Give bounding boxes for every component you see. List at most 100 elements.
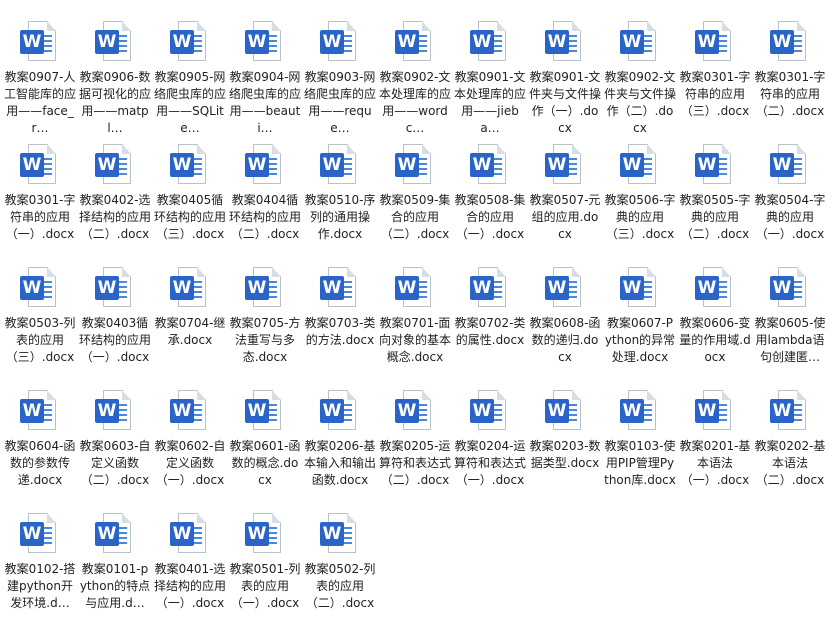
file-item[interactable]: W 教案0902-文件夹与文件操作（二）.docx — [604, 17, 676, 135]
file-name-label: 教案0202-基本语法（二）.docx — [754, 439, 826, 487]
word-doc-icon: W — [545, 144, 585, 188]
file-item[interactable]: W 教案0901-文本处理库的应用——jieba… — [454, 17, 526, 135]
file-item[interactable]: W 教案0703-类的方法.docx — [304, 263, 376, 381]
word-doc-icon: W — [20, 21, 60, 65]
file-item[interactable]: W 教案0403循环结构的应用（一）.docx — [79, 263, 151, 381]
word-w-badge: W — [245, 399, 269, 423]
word-w-badge: W — [395, 399, 419, 423]
file-item[interactable]: W 教案0902-文本处理库的应用——wordc… — [379, 17, 451, 135]
file-item[interactable]: W 教案0502-列表的应用（二）.docx — [304, 509, 376, 627]
file-item[interactable]: W 教案0604-函数的参数传递.docx — [4, 386, 76, 504]
file-item[interactable]: W 教案0405循环结构的应用（三）.docx — [154, 140, 226, 258]
word-w-badge: W — [20, 30, 44, 54]
file-item[interactable]: W 教案0702-类的属性.docx — [454, 263, 526, 381]
file-item[interactable]: W 教案0606-变量的作用域.docx — [679, 263, 751, 381]
file-item[interactable]: W 教案0503-列表的应用（三）.docx — [4, 263, 76, 381]
word-doc-icon: W — [695, 144, 735, 188]
file-item[interactable]: W 教案0205-运算符和表达式（二）.docx — [379, 386, 451, 504]
word-w-badge: W — [170, 153, 194, 177]
word-doc-icon: W — [695, 267, 735, 311]
word-doc-icon: W — [770, 144, 810, 188]
word-doc-icon: W — [95, 267, 135, 311]
file-item[interactable]: W 教案0701-面向对象的基本概念.docx — [379, 263, 451, 381]
word-w-badge: W — [620, 399, 644, 423]
file-item[interactable]: W 教案0504-字典的应用（一）.docx — [754, 140, 826, 258]
word-w-badge: W — [20, 153, 44, 177]
file-item[interactable]: W 教案0607-Python的异常处理.docx — [604, 263, 676, 381]
file-name-label: 教案0101-python的特点与应用.d… — [79, 562, 151, 610]
file-item[interactable]: W 教案0507-元组的应用.docx — [529, 140, 601, 258]
file-name-label: 教案0503-列表的应用（三）.docx — [4, 316, 76, 364]
word-doc-icon: W — [770, 267, 810, 311]
word-w-badge: W — [545, 30, 569, 54]
word-doc-icon: W — [245, 390, 285, 434]
word-doc-icon: W — [95, 513, 135, 557]
file-item[interactable]: W 教案0401-选择结构的应用（一）.docx — [154, 509, 226, 627]
file-item[interactable]: W 教案0102-搭建python开发环境.d… — [4, 509, 76, 627]
word-w-badge: W — [395, 153, 419, 177]
file-item[interactable]: W 教案0904-网络爬虫库的应用——beauti… — [229, 17, 301, 135]
file-item[interactable]: W 教案0601-函数的概念.docx — [229, 386, 301, 504]
file-item[interactable]: W 教案0605-使用lambda语句创建匿… — [754, 263, 826, 381]
file-item[interactable]: W 教案0301-字符串的应用（一）.docx — [4, 140, 76, 258]
word-w-badge: W — [770, 276, 794, 300]
file-name-label: 教案0605-使用lambda语句创建匿… — [754, 316, 826, 364]
word-doc-icon: W — [320, 390, 360, 434]
word-doc-icon: W — [395, 21, 435, 65]
file-item[interactable]: W 教案0901-文件夹与文件操作（一）.docx — [529, 17, 601, 135]
file-name-label: 教案0704-继承.docx — [154, 316, 226, 347]
word-w-badge: W — [470, 399, 494, 423]
word-doc-icon: W — [620, 390, 660, 434]
file-item[interactable]: W 教案0608-函数的递归.docx — [529, 263, 601, 381]
file-item[interactable]: W 教案0404循环结构的应用（二）.docx — [229, 140, 301, 258]
word-doc-icon: W — [395, 267, 435, 311]
file-name-label: 教案0902-文本处理库的应用——wordc… — [379, 70, 451, 135]
file-name-label: 教案0907-人工智能库的应用——face_r… — [4, 70, 76, 135]
file-item[interactable]: W 教案0906-数据可视化的应用——matpl… — [79, 17, 151, 135]
word-w-badge: W — [95, 276, 119, 300]
word-doc-icon: W — [170, 21, 210, 65]
file-item[interactable]: W 教案0201-基本语法（一）.docx — [679, 386, 751, 504]
word-w-badge: W — [395, 30, 419, 54]
word-w-badge: W — [395, 276, 419, 300]
word-doc-icon: W — [170, 267, 210, 311]
file-item[interactable]: W 教案0204-运算符和表达式（一）.docx — [454, 386, 526, 504]
word-doc-icon: W — [20, 513, 60, 557]
file-item[interactable]: W 教案0206-基本输入和输出函数.docx — [304, 386, 376, 504]
file-item[interactable]: W 教案0603-自定义函数（二）.docx — [79, 386, 151, 504]
file-item[interactable]: W 教案0704-继承.docx — [154, 263, 226, 381]
file-name-label: 教案0601-函数的概念.docx — [229, 439, 301, 487]
file-item[interactable]: W 教案0103-使用PIP管理Python库.docx — [604, 386, 676, 504]
file-item[interactable]: W 教案0301-字符串的应用（三）.docx — [679, 17, 751, 135]
word-doc-icon: W — [170, 390, 210, 434]
file-item[interactable]: W 教案0101-python的特点与应用.d… — [79, 509, 151, 627]
file-item[interactable]: W 教案0506-字典的应用（三）.docx — [604, 140, 676, 258]
file-item[interactable]: W 教案0505-字典的应用（二）.docx — [679, 140, 751, 258]
word-w-badge: W — [545, 276, 569, 300]
file-item[interactable]: W 教案0301-字符串的应用（二）.docx — [754, 17, 826, 135]
file-name-label: 教案0705-方法重写与多态.docx — [229, 316, 301, 364]
file-item[interactable]: W 教案0203-数据类型.docx — [529, 386, 601, 504]
file-item[interactable]: W 教案0903-网络爬虫库的应用——reque… — [304, 17, 376, 135]
file-item[interactable]: W 教案0705-方法重写与多态.docx — [229, 263, 301, 381]
file-item[interactable]: W 教案0905-网络爬虫库的应用——SQLite… — [154, 17, 226, 135]
file-name-label: 教案0902-文件夹与文件操作（二）.docx — [604, 70, 676, 135]
word-doc-icon: W — [95, 21, 135, 65]
file-name-label: 教案0506-字典的应用（三）.docx — [604, 193, 676, 241]
file-name-label: 教案0906-数据可视化的应用——matpl… — [79, 70, 151, 135]
file-item[interactable]: W 教案0501-列表的应用（一）.docx — [229, 509, 301, 627]
file-item[interactable]: W 教案0202-基本语法（二）.docx — [754, 386, 826, 504]
word-doc-icon: W — [245, 513, 285, 557]
file-item[interactable]: W 教案0907-人工智能库的应用——face_r… — [4, 17, 76, 135]
file-name-label: 教案0103-使用PIP管理Python库.docx — [604, 439, 676, 487]
file-item[interactable]: W 教案0509-集合的应用（二）.docx — [379, 140, 451, 258]
file-item[interactable]: W 教案0508-集合的应用（一）.docx — [454, 140, 526, 258]
file-name-label: 教案0203-数据类型.docx — [529, 439, 601, 470]
file-name-label: 教案0905-网络爬虫库的应用——SQLite… — [154, 70, 226, 135]
word-doc-icon: W — [20, 144, 60, 188]
file-item[interactable]: W 教案0602-自定义函数（一）.docx — [154, 386, 226, 504]
file-name-label: 教案0901-文件夹与文件操作（一）.docx — [529, 70, 601, 135]
file-name-label: 教案0505-字典的应用（二）.docx — [679, 193, 751, 241]
file-item[interactable]: W 教案0510-序列的通用操作.docx — [304, 140, 376, 258]
file-item[interactable]: W 教案0402-选择结构的应用（二）.docx — [79, 140, 151, 258]
